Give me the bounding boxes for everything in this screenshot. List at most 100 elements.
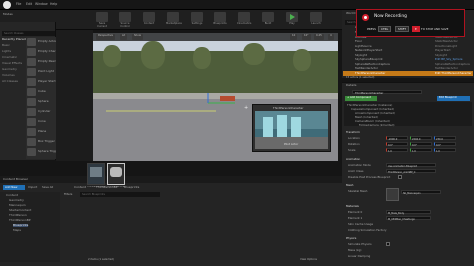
rotation-x-field[interactable]: 0.0° (386, 142, 408, 147)
item-sphere[interactable]: Sphere (38, 100, 49, 103)
add-new-button[interactable]: Add New (3, 185, 25, 190)
folder-geometry[interactable]: Geometry (9, 199, 24, 202)
location-z-field[interactable]: 230.0 (434, 136, 456, 141)
object-name-field[interactable]: ThirdPersonCharacter (352, 90, 422, 95)
outliner-row-label[interactable]: ThirdPersonCharacter (355, 72, 385, 75)
scale-snap-value[interactable]: 0.25 (314, 34, 324, 40)
rotation-y-field[interactable]: 0.0° (410, 142, 432, 147)
item-cube[interactable]: Cube (38, 90, 46, 93)
menu-file[interactable]: File (16, 2, 21, 6)
save-icon[interactable] (96, 12, 108, 22)
view-options-button[interactable]: View Options (300, 258, 317, 262)
rotation-snap-value[interactable]: 10° (302, 34, 311, 40)
outliner-row-label[interactable]: SkyLight (355, 53, 367, 57)
breadcrumb-blueprints[interactable]: Blueprints (124, 186, 139, 189)
breadcrumb-content[interactable]: Content (74, 186, 86, 189)
content-search-input[interactable]: Search Blueprints (80, 192, 160, 197)
scale-z-field[interactable]: 1.0 (434, 148, 456, 153)
transform-section-title[interactable]: Transform (346, 131, 360, 134)
category-volumes[interactable]: Volumes (2, 74, 15, 77)
outliner-row-type[interactable]: Edit ThirdPersonCharacter (435, 72, 472, 75)
blueprints-label: Blueprints (213, 22, 227, 25)
category-recently-placed[interactable]: Recently Placed (2, 38, 26, 41)
edit-blueprint-button[interactable]: Edit Blueprint (437, 96, 470, 101)
viewport-perspective-button[interactable]: Perspective (96, 34, 116, 40)
crosshair-icon: + (244, 105, 249, 111)
outliner-row-label[interactable]: NetworkPlayerStart (355, 49, 382, 52)
grid-snap-value[interactable]: 10 (290, 34, 298, 40)
filters-button[interactable]: Filters (64, 193, 72, 196)
category-cinematic[interactable]: Cinematic (2, 56, 17, 59)
item-empty-pawn[interactable]: Empty Pawn (38, 60, 57, 63)
material-element-select[interactable]: M_UE4Man_ChestLogo (386, 216, 431, 221)
skeletal-mesh-thumbnail[interactable] (386, 188, 399, 201)
anim-class-select[interactable]: ThirdPerson_AnimBP_C (386, 169, 436, 174)
outliner-row-label[interactable]: SkySphereBlueprint (355, 58, 383, 61)
source-control-icon[interactable] (119, 12, 131, 22)
save-all-button[interactable]: Save All (42, 186, 53, 189)
simulate-physics-checkbox[interactable] (386, 242, 390, 246)
import-button[interactable]: Import (28, 186, 37, 189)
folder-mannequin[interactable]: Mannequin (9, 204, 26, 207)
item-point-light[interactable]: Point Light (38, 70, 54, 73)
folder-thirdperson[interactable]: ThirdPerson (9, 214, 27, 217)
disable-postprocess-checkbox[interactable] (398, 175, 402, 179)
blueprints-icon[interactable] (214, 12, 226, 22)
physics-section-title[interactable]: Physics (346, 237, 356, 240)
details-tab[interactable]: Details (346, 84, 356, 87)
menu-help[interactable]: Help (50, 2, 57, 6)
material-element-select[interactable]: M_Male_Body (386, 210, 431, 215)
item-player-start[interactable]: Player Start (38, 80, 56, 83)
animation-section-title[interactable]: Animation (346, 158, 360, 161)
camera-speed-value[interactable]: 4 (328, 34, 334, 40)
item-cylinder[interactable]: Cylinder (38, 110, 50, 113)
asset-thirdpersoncharacter[interactable] (107, 163, 125, 185)
content-icon[interactable] (143, 12, 155, 22)
location-x-field[interactable]: -2000.0 (386, 136, 408, 141)
folder-content[interactable]: Content (6, 194, 18, 197)
play-icon[interactable] (286, 12, 298, 22)
cinematics-icon[interactable] (238, 12, 250, 22)
folder-blueprints[interactable]: Blueprints (13, 224, 29, 227)
folder-maps[interactable]: Maps (13, 229, 21, 232)
menu-edit[interactable]: Edit (26, 2, 32, 6)
rotation-z-field[interactable]: 0.0° (434, 142, 456, 147)
category-lights[interactable]: Lights (2, 50, 11, 53)
outliner-row-label[interactable]: Floor (355, 40, 362, 43)
add-component-button[interactable]: + Add Component (345, 96, 377, 101)
menu-window[interactable]: Window (35, 2, 48, 6)
component-row[interactable]: FollowCamera (Inherited) (359, 124, 394, 127)
item-box-trigger[interactable]: Box Trigger (38, 140, 55, 143)
marketplace-icon[interactable] (167, 12, 179, 22)
launch-icon[interactable] (310, 12, 322, 22)
item-plane[interactable]: Plane (38, 130, 46, 133)
category-geometry[interactable]: Geometry (2, 68, 17, 71)
materials-section-title[interactable]: Materials (346, 205, 359, 208)
linear-damping-label: Linear Damping (348, 254, 371, 258)
outliner-row-type[interactable]: Edit BP_Sky_Sphere (435, 58, 463, 61)
viewport-show-button[interactable]: Show (132, 34, 143, 40)
modes-search-input[interactable]: Search Classes (2, 31, 55, 36)
outliner-row-label[interactable]: SphereReflectionCapture (355, 62, 390, 66)
folder-startercontent[interactable]: StarterContent (9, 209, 31, 212)
skeletal-mesh-select[interactable]: SK_Mannequin (401, 190, 441, 195)
mesh-section-title[interactable]: Mesh (346, 184, 353, 187)
scale-y-field[interactable]: 1.0 (410, 148, 432, 153)
folder-thirdpersonbp[interactable]: ThirdPersonBP (9, 219, 31, 222)
scale-x-field[interactable]: 1.0 (386, 148, 408, 153)
animation-mode-select[interactable]: Use Animation Blueprint (386, 163, 436, 168)
category-visual-effects[interactable]: Visual Effects (2, 62, 22, 65)
settings-icon[interactable] (191, 12, 203, 22)
category-all-classes[interactable]: All Classes (2, 80, 18, 83)
outliner-row-label[interactable]: LightSource (355, 44, 372, 48)
item-cone[interactable]: Cone (38, 120, 46, 123)
asset-thirdpersongamemode[interactable] (87, 163, 105, 185)
build-icon[interactable] (262, 12, 274, 22)
viewport-lit-button[interactable]: Lit (120, 34, 128, 40)
modes-tab[interactable]: Modes (3, 13, 13, 16)
outliner-row-label[interactable]: TextRenderActor (355, 67, 378, 70)
item-empty-actor[interactable]: Empty Actor (38, 40, 57, 43)
content-browser-tab[interactable]: Content Browser (3, 178, 28, 181)
category-basic[interactable]: Basic (2, 44, 10, 47)
location-y-field[interactable]: 2240.0 (410, 136, 432, 141)
